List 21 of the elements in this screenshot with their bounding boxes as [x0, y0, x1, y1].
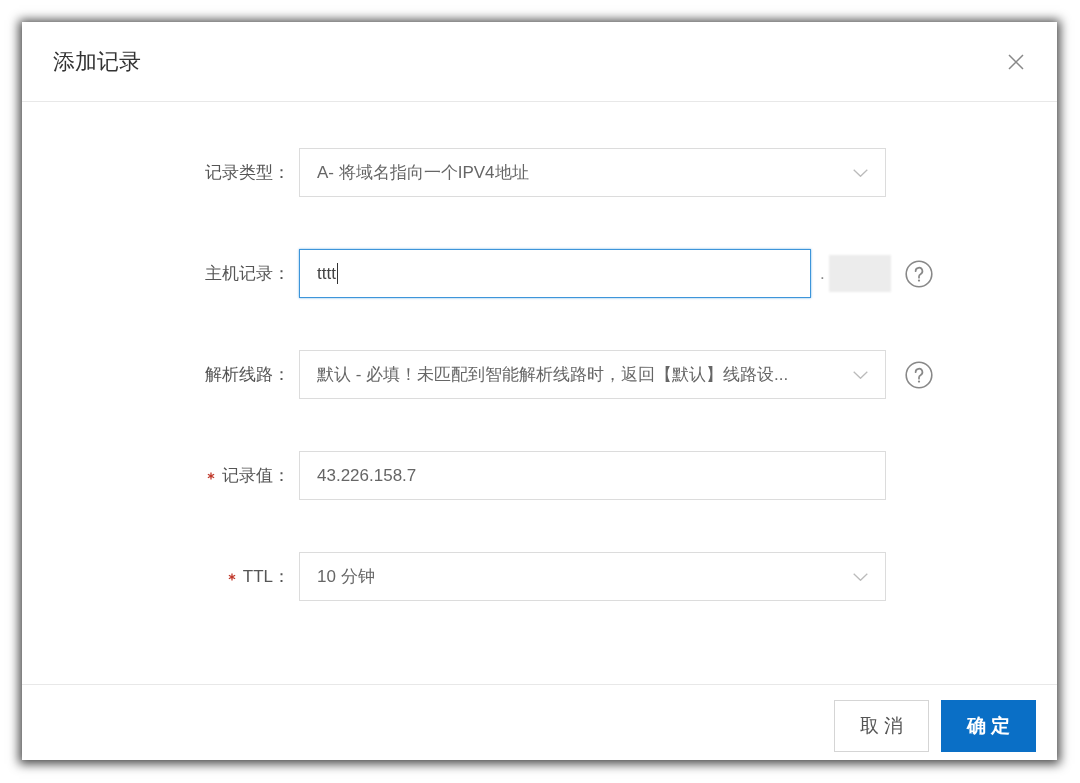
chevron-down-icon: [853, 572, 868, 581]
cancel-button[interactable]: 取消: [834, 700, 929, 752]
field-label: 主机记录：: [205, 263, 290, 285]
field-label: 记录值：: [222, 465, 290, 487]
field-label: 记录类型：: [205, 162, 290, 184]
field-label: TTL：: [242, 566, 290, 588]
select-field[interactable]: 默认 - 必填！未匹配到智能解析线路时，返回【默认】线路设...: [299, 350, 886, 399]
field-label: 解析线路：: [205, 364, 290, 386]
close-button[interactable]: [1007, 52, 1025, 71]
dialog-title: 添加记录: [53, 47, 141, 76]
suffix-text: .: [820, 263, 825, 284]
select-field[interactable]: A- 将域名指向一个IPV4地址: [299, 148, 886, 197]
confirm-button[interactable]: 确定: [941, 700, 1036, 752]
chevron-down-icon: [853, 168, 868, 177]
help-icon[interactable]: [905, 360, 933, 389]
chevron-down-icon: [853, 370, 868, 379]
text-cursor-icon: [336, 263, 338, 284]
input-field[interactable]: 43.226.158.7: [299, 451, 886, 500]
help-icon[interactable]: [905, 259, 933, 288]
select-field[interactable]: 10 分钟: [299, 552, 886, 601]
input-field[interactable]: tttt: [299, 249, 811, 298]
